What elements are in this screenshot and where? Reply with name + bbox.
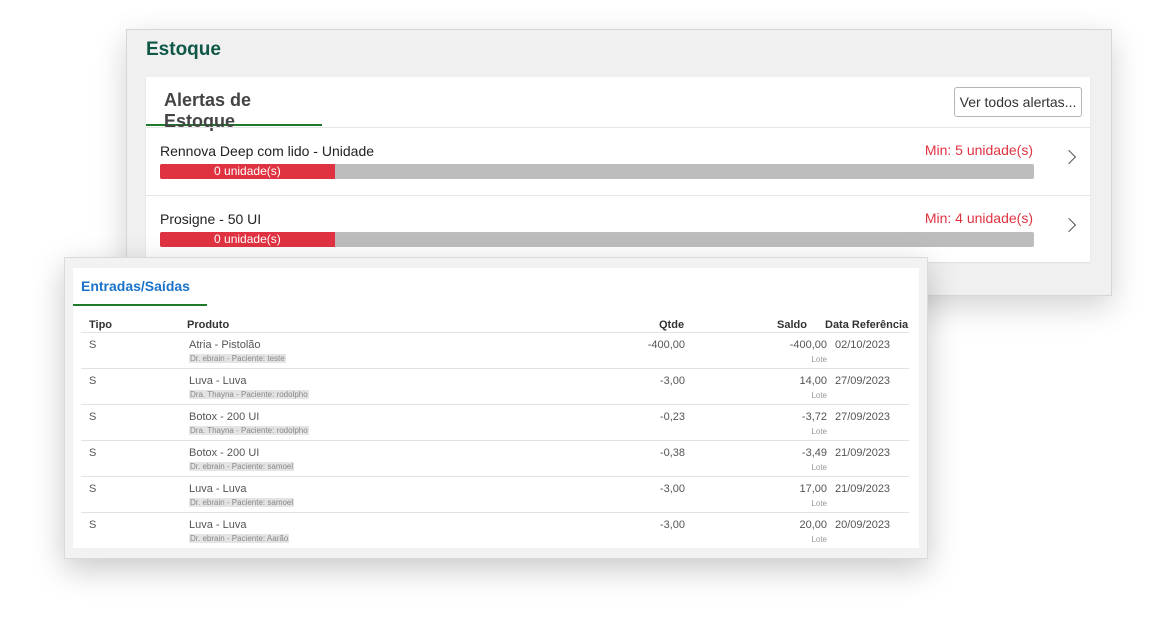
table-row[interactable]: S Luva - Luva Dra. Thayna - Paciente: rodo… bbox=[81, 368, 909, 405]
stock-level-bar: 0 unidade(s) bbox=[160, 164, 1034, 179]
table-row[interactable]: S Botox - 200 UI Dr. ebrain - Paciente: sa… bbox=[81, 440, 909, 477]
cell-data: 21/09/2023 bbox=[835, 447, 891, 459]
table-row[interactable]: S Luva - Luva Dr. ebrain - Paciente: samoe… bbox=[81, 476, 909, 513]
column-header-saldo: Saldo bbox=[777, 319, 807, 331]
cell-qtde: -3,00 bbox=[659, 375, 685, 387]
cell-produto: Luva - Luva bbox=[189, 483, 247, 495]
column-header-tipo: Tipo bbox=[89, 319, 113, 331]
cell-tipo: S bbox=[89, 339, 97, 351]
cell-tipo: S bbox=[89, 447, 97, 459]
cell-qtde: -400,00 bbox=[647, 339, 685, 351]
cell-qtde: -0,38 bbox=[659, 447, 685, 459]
alert-item[interactable]: Rennova Deep com lido - Unidade Min: 5 u… bbox=[146, 127, 1090, 196]
stock-panel: Estoque Alertas de Estoque Ver todos ale… bbox=[126, 29, 1112, 296]
cell-lote: Lote bbox=[811, 391, 827, 400]
cell-saldo: 14,00 bbox=[799, 375, 827, 387]
cell-qtde: -0,23 bbox=[659, 411, 685, 423]
chevron-right-icon[interactable] bbox=[1061, 217, 1077, 233]
cell-lote: Lote bbox=[811, 355, 827, 364]
cell-produto: Luva - Luva bbox=[189, 375, 247, 387]
cell-produto-detail: Dr. ebrain - Paciente: samoel bbox=[189, 462, 295, 471]
cell-saldo: -400,00 bbox=[789, 339, 827, 351]
table-row[interactable]: S Luva - Luva Dr. ebrain - Paciente: Aarão… bbox=[81, 512, 909, 549]
alert-product-name: Prosigne - 50 UI bbox=[160, 211, 262, 227]
cell-qtde: -3,00 bbox=[659, 483, 685, 495]
cell-lote: Lote bbox=[811, 427, 827, 436]
cell-lote: Lote bbox=[811, 463, 827, 472]
view-all-alerts-button[interactable]: Ver todos alertas... bbox=[954, 87, 1082, 117]
cell-data: 20/09/2023 bbox=[835, 519, 891, 531]
cell-produto-detail: Dr. ebrain - Paciente: Aarão bbox=[189, 534, 290, 543]
stock-level-bar: 0 unidade(s) bbox=[160, 232, 1034, 247]
cell-produto-detail: Dr. ebrain - Paciente: teste bbox=[189, 354, 286, 363]
cell-tipo: S bbox=[89, 411, 97, 423]
page-title: Estoque bbox=[146, 39, 221, 60]
stock-level-fill: 0 unidade(s) bbox=[160, 164, 335, 179]
tab-stock-alerts-label: Alertas de Estoque bbox=[164, 90, 252, 131]
cell-produto-detail: Dr. ebrain - Paciente: samoel bbox=[189, 498, 295, 507]
alert-item[interactable]: Prosigne - 50 UI Min: 4 unidade(s) 0 uni… bbox=[146, 195, 1090, 264]
cell-produto: Atria - Pistolão bbox=[189, 339, 261, 351]
tab-entries-exits[interactable]: Entradas/Saídas bbox=[73, 268, 207, 306]
stock-alerts-card: Alertas de Estoque Ver todos alertas... … bbox=[146, 77, 1090, 262]
cell-saldo: -3,72 bbox=[801, 411, 827, 423]
cell-data: 27/09/2023 bbox=[835, 375, 891, 387]
cell-tipo: S bbox=[89, 483, 97, 495]
alert-minimum: Min: 4 unidade(s) bbox=[924, 210, 1033, 226]
cell-produto: Botox - 200 UI bbox=[189, 411, 260, 423]
alert-minimum: Min: 5 unidade(s) bbox=[924, 142, 1033, 158]
tab-stock-alerts[interactable]: Alertas de Estoque bbox=[146, 77, 322, 131]
tab-entries-exits-label: Entradas/Saídas bbox=[81, 278, 190, 294]
column-header-produto: Produto bbox=[187, 319, 230, 331]
cell-saldo: 17,00 bbox=[799, 483, 827, 495]
cell-lote: Lote bbox=[811, 535, 827, 544]
cell-produto: Luva - Luva bbox=[189, 519, 247, 531]
alert-product-name: Rennova Deep com lido - Unidade bbox=[160, 143, 375, 159]
cell-tipo: S bbox=[89, 519, 97, 531]
cell-lote: Lote bbox=[811, 499, 827, 508]
cell-tipo: S bbox=[89, 375, 97, 387]
moves-panel: Entradas/Saídas Tipo Produto Qtde Saldo … bbox=[64, 257, 928, 559]
column-header-data: Data Referência bbox=[825, 319, 909, 331]
cell-data: 21/09/2023 bbox=[835, 483, 891, 495]
cell-produto-detail: Dra. Thayna - Paciente: rodolpho bbox=[189, 426, 309, 435]
chevron-right-icon[interactable] bbox=[1061, 149, 1077, 165]
table-row[interactable]: S Botox - 200 UI Dra. Thayna - Paciente: r… bbox=[81, 404, 909, 441]
cell-saldo: 20,00 bbox=[799, 519, 827, 531]
stock-level-fill: 0 unidade(s) bbox=[160, 232, 335, 247]
cell-produto-detail: Dra. Thayna - Paciente: rodolpho bbox=[189, 390, 309, 399]
cell-data: 02/10/2023 bbox=[835, 339, 891, 351]
table-row[interactable]: S Atria - Pistolão Dr. ebrain - Paciente: … bbox=[81, 332, 909, 369]
cell-saldo: -3,49 bbox=[801, 447, 827, 459]
column-header-qtde: Qtde bbox=[659, 319, 685, 331]
moves-card: Entradas/Saídas Tipo Produto Qtde Saldo … bbox=[73, 268, 919, 548]
cell-qtde: -3,00 bbox=[659, 519, 685, 531]
cell-data: 27/09/2023 bbox=[835, 411, 891, 423]
cell-produto: Botox - 200 UI bbox=[189, 447, 260, 459]
